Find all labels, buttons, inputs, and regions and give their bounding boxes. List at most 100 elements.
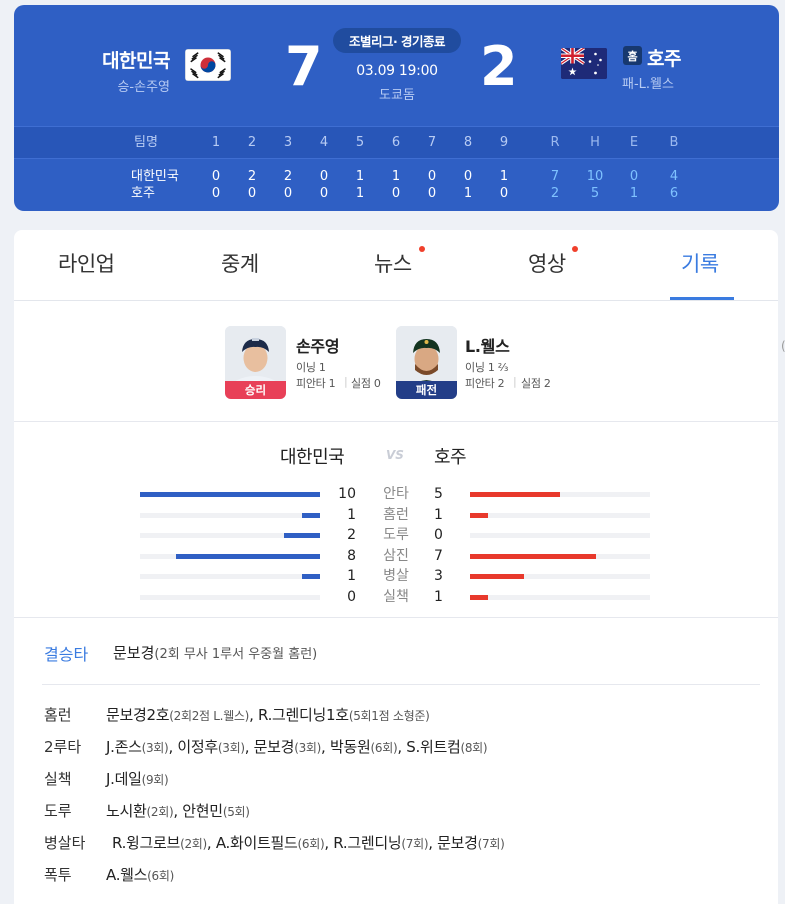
inning-score: 1 (355, 186, 365, 201)
record-separator: , (321, 738, 330, 756)
game-winning-hit-label: 결승타 (44, 645, 89, 664)
losing-pitcher-name[interactable]: L.웰스 (465, 333, 510, 357)
record-row: 2루타 J.존스(3회), 이정후(3회), 문보경(3회), 박동원(6회), … (14, 736, 778, 762)
record-detail: (7회) (477, 837, 505, 851)
away-stat-bar (140, 492, 320, 497)
inning-score: 0 (247, 186, 257, 201)
record-player[interactable]: J.데일 (106, 770, 142, 788)
record-detail: (6회) (297, 837, 325, 851)
home-team-name[interactable]: 호주 (647, 44, 681, 71)
inning-header: 1 (211, 135, 221, 150)
total-errors: 1 (629, 186, 639, 201)
record-value: J.데일(9회) (106, 768, 169, 791)
inning-score: 0 (427, 169, 437, 184)
away-stat-value: 8 (347, 547, 356, 564)
away-team-name[interactable]: 대한민국 (102, 46, 170, 73)
away-stat-value: 2 (347, 527, 356, 543)
record-player[interactable]: R.그렌디닝1호 (258, 706, 349, 724)
record-detail: (2회) (146, 805, 174, 819)
team-stat-comparison: 대한민국 VS 호주 10 안타 5 1 홈런 1 2 도루 0 8 삼진 7 1 병살 3 0 실책 1 (14, 423, 778, 618)
record-label: 폭투 (44, 866, 72, 884)
scoreboard: 대한민국 승-손주영 7 조별리그· 경기종료 03.09 19:00 도쿄돔 … (14, 5, 779, 211)
record-player[interactable]: S.위트컴 (406, 738, 461, 756)
stat-label: 도루 (383, 527, 409, 543)
record-row: 실책 J.데일(9회) (14, 768, 778, 794)
record-player[interactable]: 문보경 (254, 738, 295, 756)
stat-label: 홈런 (383, 506, 409, 523)
comparison-row: 1 홈런 1 (14, 506, 778, 526)
comparison-row: 2 도루 0 (14, 526, 778, 546)
home-stat-bar (470, 553, 596, 559)
record-value: R.윙그로브(2회), A.화이트필드(6회), R.그렌디닝(7회), 문보경… (112, 832, 505, 855)
comparison-row: 10 안타 5 (14, 485, 778, 505)
inning-score: 0 (211, 169, 221, 184)
total-walks: 4 (669, 169, 679, 184)
inning-score: 1 (463, 186, 473, 201)
home-bar-track (470, 574, 650, 579)
new-indicator-dot (572, 246, 578, 252)
new-indicator-dot (419, 246, 425, 252)
record-player[interactable]: 문보경 (437, 834, 478, 852)
record-value: J.존스(3회), 이정후(3회), 문보경(3회), 박동원(6회), S.위… (106, 736, 488, 759)
record-separator: , (244, 738, 254, 756)
record-player[interactable]: 이정후 (177, 738, 218, 756)
inning-score: 0 (391, 186, 401, 201)
losing-pitcher-runs: 실점 2 (521, 377, 551, 390)
game-detail-card: 라인업 중계 뉴스 영상 기록 승리 손주영 이닝 1 피안타 1 | 실점 0 (14, 230, 778, 904)
record-player[interactable]: 문보경2호 (106, 706, 170, 724)
tab-records[interactable]: 기록 (681, 248, 719, 278)
record-player[interactable]: R.윙그로브 (112, 834, 180, 852)
winning-pitcher-label: 승-손주영 (117, 80, 170, 95)
comparison-row: 8 삼진 7 (14, 547, 778, 567)
winning-pitcher-photo[interactable]: 승리 (225, 326, 286, 399)
winning-pitcher-name[interactable]: 손주영 (296, 333, 340, 357)
game-venue: 도쿄돔 (379, 88, 415, 103)
losing-pitcher-photo[interactable]: 패전 (396, 326, 457, 399)
home-stat-bar (470, 594, 488, 600)
inning-score: 1 (391, 169, 401, 184)
record-label: 도루 (44, 802, 72, 820)
home-stat-value: 7 (434, 547, 443, 564)
record-player[interactable]: 박동원 (330, 738, 371, 756)
record-player[interactable]: J.존스 (106, 738, 142, 756)
record-player[interactable]: A.웰스 (106, 866, 147, 884)
away-stat-value: 0 (347, 588, 356, 605)
australia-flag-icon (561, 48, 607, 79)
inning-header: 4 (319, 135, 329, 150)
tab-lineup[interactable]: 라인업 (58, 248, 115, 278)
stat-divider: | (344, 375, 348, 388)
record-player[interactable]: 노시환 (106, 802, 147, 820)
tab-news[interactable]: 뉴스 (374, 248, 412, 278)
record-detail: (5회1점 소형준) (348, 709, 430, 723)
stat-label: 실책 (383, 588, 409, 605)
record-detail: (3회) (294, 741, 322, 755)
home-stat-value: 5 (434, 486, 443, 502)
decision-pitchers: 승리 손주영 이닝 1 피안타 1 | 실점 0 패전 L.웰스 이닝 1 ⅔ … (14, 302, 778, 422)
stat-label: 병살 (383, 568, 409, 584)
total-runs: 2 (550, 186, 560, 201)
inning-score: 1 (499, 169, 509, 184)
away-bar-track (140, 553, 320, 559)
away-stat-bar (302, 574, 320, 579)
record-detail: (7회) (401, 837, 429, 851)
tab-video[interactable]: 영상 (528, 248, 566, 278)
inning-header: 7 (427, 135, 437, 150)
home-stat-value: 3 (434, 568, 443, 584)
home-stat-value: 1 (434, 588, 443, 605)
away-stat-value: 1 (347, 568, 356, 584)
away-bar-track (140, 512, 320, 518)
record-row: 홈런 문보경2호(2회2점 L.웰스), R.그렌디닝1호(5회1점 소형준) (14, 704, 778, 730)
record-separator: , (428, 834, 438, 852)
record-player[interactable]: R.그렌디닝 (333, 834, 401, 852)
record-player[interactable]: A.화이트필드 (216, 834, 298, 852)
record-detail: (6회) (370, 741, 398, 755)
record-value: 노시환(2회), 안현민(5회) (106, 800, 250, 823)
record-player[interactable]: 안현민 (182, 802, 223, 820)
away-score: 7 (285, 35, 323, 98)
home-badge: 홈 (623, 46, 642, 65)
home-bar-track (470, 553, 650, 559)
record-label: 실책 (44, 770, 72, 788)
game-winning-hit-detail: (2회 무사 1루서 우중월 홈런) (154, 647, 318, 662)
tab-live[interactable]: 중계 (221, 248, 259, 278)
away-stat-bar (302, 512, 320, 518)
